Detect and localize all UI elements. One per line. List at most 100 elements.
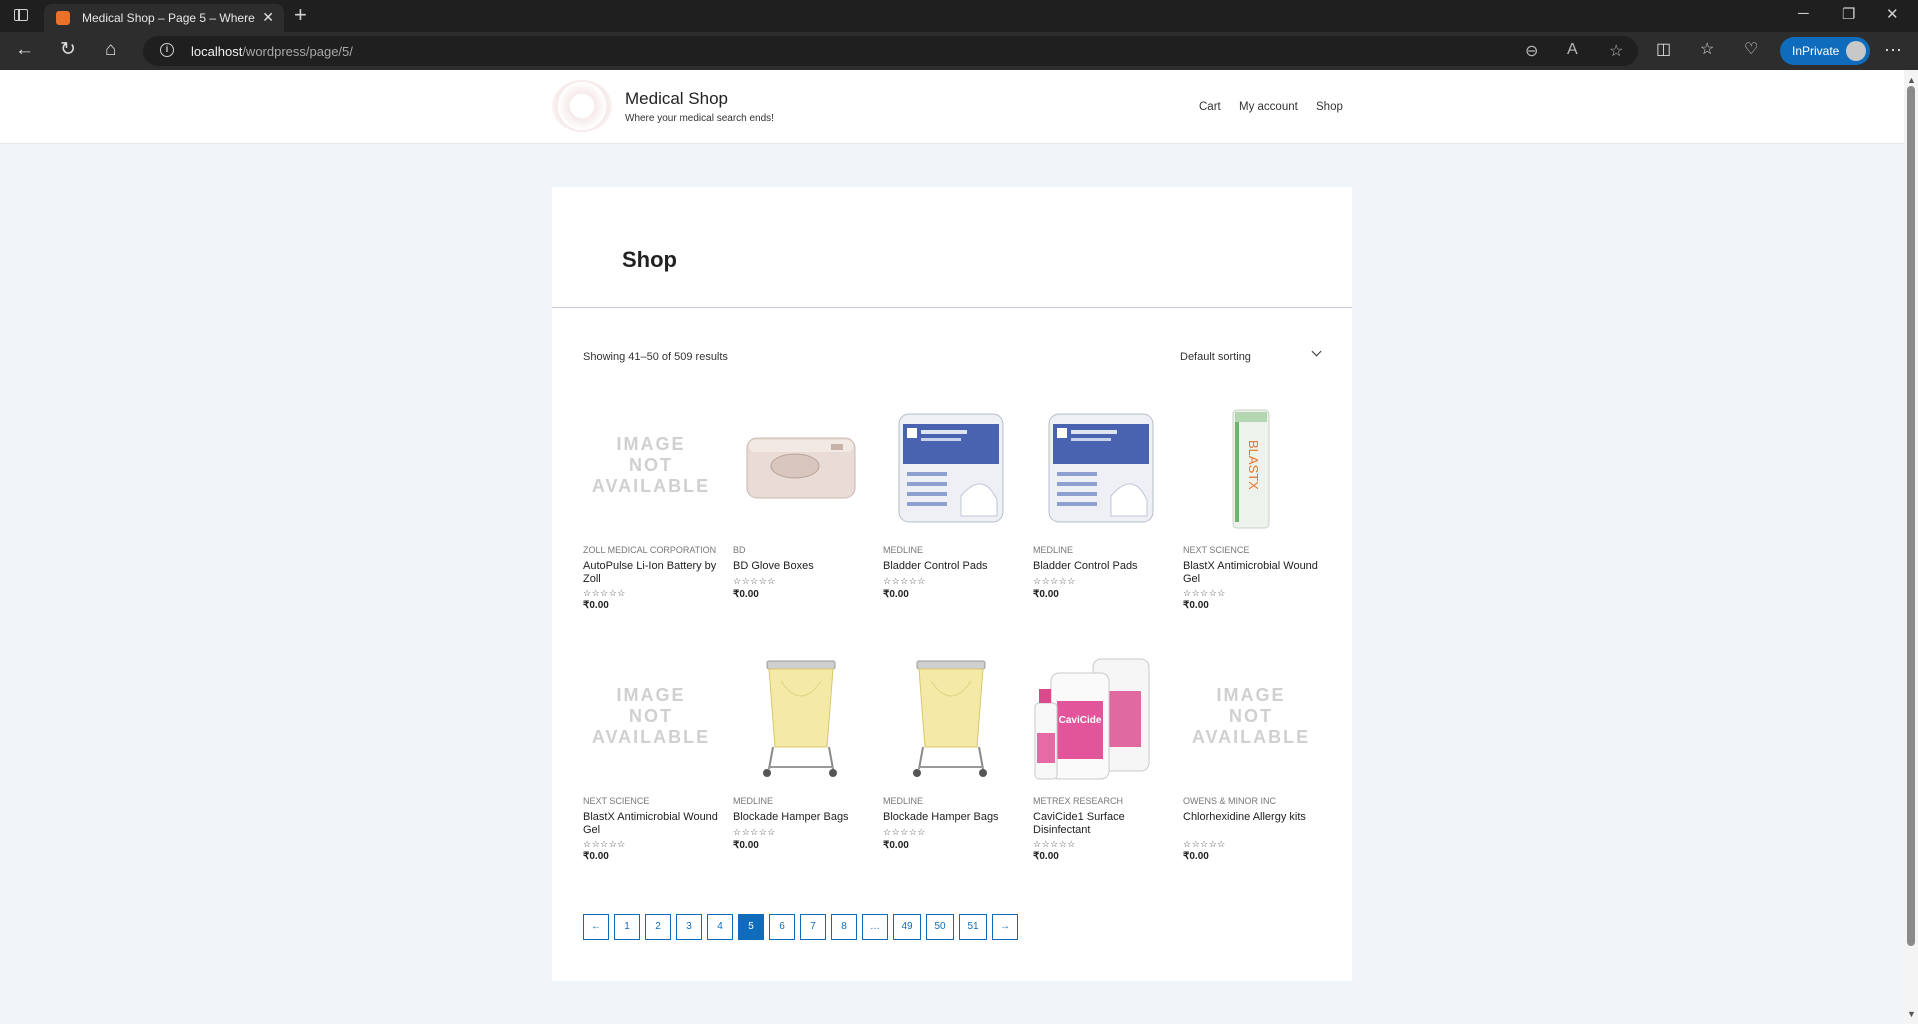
next-page-button[interactable]: → bbox=[992, 914, 1018, 940]
minimize-icon[interactable]: ─ bbox=[1798, 5, 1809, 22]
image-not-available-text: NOT bbox=[1229, 706, 1273, 726]
product-image[interactable]: IMAGE NOT AVAILABLE bbox=[1183, 651, 1319, 787]
product-brand[interactable]: ZOLL MEDICAL CORPORATION bbox=[583, 545, 716, 555]
menu-item-shop[interactable]: Shop bbox=[1316, 101, 1343, 113]
product-brand[interactable]: MEDLINE bbox=[883, 796, 923, 806]
tab-actions-icon[interactable] bbox=[14, 9, 28, 21]
product-price: ₹0.00 bbox=[583, 851, 609, 862]
star-rating: ☆☆☆☆☆ bbox=[733, 576, 776, 586]
inprivate-button[interactable]: InPrivate bbox=[1780, 37, 1870, 65]
read-aloud-icon[interactable]: A bbox=[1567, 41, 1578, 59]
star-rating: ☆☆☆☆☆ bbox=[583, 588, 626, 598]
product-title[interactable]: BlastX Antimicrobial Wound Gel bbox=[1183, 560, 1319, 586]
menu-item-cart[interactable]: Cart bbox=[1199, 101, 1221, 113]
window-close-icon[interactable]: ✕ bbox=[1886, 5, 1899, 23]
product-title[interactable]: AutoPulse Li-Ion Battery by Zoll bbox=[583, 560, 719, 586]
page-link[interactable]: 8 bbox=[831, 914, 857, 940]
product-title[interactable]: Blockade Hamper Bags bbox=[733, 811, 869, 824]
url-host: localhost bbox=[191, 44, 243, 59]
page-link[interactable]: 4 bbox=[707, 914, 733, 940]
product-image-graphic: BLASTX bbox=[1232, 409, 1270, 529]
product-brand[interactable]: METREX RESEARCH bbox=[1033, 796, 1123, 806]
back-icon[interactable]: ← bbox=[15, 39, 34, 61]
product-grid: IMAGE NOT AVAILABLE ZOLL MEDICAL CORPORATIO… bbox=[583, 400, 1323, 900]
more-icon[interactable]: ⋯ bbox=[1884, 40, 1902, 61]
site-logo[interactable] bbox=[552, 80, 612, 132]
product-brand[interactable]: OWENS & MINOR INC bbox=[1183, 796, 1276, 806]
product-image[interactable] bbox=[733, 400, 869, 536]
star-rating: ☆☆☆☆☆ bbox=[1183, 839, 1226, 849]
page-link[interactable]: 3 bbox=[676, 914, 702, 940]
zoom-out-icon[interactable]: ⊖ bbox=[1525, 41, 1538, 61]
prev-page-button[interactable]: ← bbox=[583, 914, 609, 940]
browser-essentials-icon[interactable]: ♡ bbox=[1744, 39, 1758, 61]
refresh-icon[interactable]: ↻ bbox=[60, 39, 76, 61]
shop-content: Shop Showing 41–50 of 509 results Defaul… bbox=[552, 187, 1352, 981]
sorting-value: Default sorting bbox=[1180, 351, 1251, 363]
product-brand[interactable]: MEDLINE bbox=[1033, 545, 1073, 555]
product-image-text: BLASTX bbox=[1246, 440, 1261, 490]
product-image-graphic bbox=[913, 660, 987, 777]
product-image[interactable] bbox=[883, 651, 1019, 787]
browser-tab[interactable]: Medical Shop – Page 5 – Where your medic… bbox=[44, 4, 284, 32]
product-title[interactable]: CaviCide1 Surface Disinfectant bbox=[1033, 811, 1169, 837]
address-bar[interactable]: i localhost/wordpress/page/5/ ⊖ A ☆ bbox=[143, 36, 1638, 66]
product-title[interactable]: BD Glove Boxes bbox=[733, 560, 869, 573]
product-brand[interactable]: NEXT SCIENCE bbox=[583, 796, 649, 806]
page-link[interactable]: 7 bbox=[800, 914, 826, 940]
page-link[interactable]: 6 bbox=[769, 914, 795, 940]
image-not-available-text: NOT bbox=[629, 706, 673, 726]
product-price: ₹0.00 bbox=[583, 600, 609, 611]
product-image-graphic bbox=[746, 437, 856, 499]
page-ellipsis: … bbox=[862, 914, 888, 940]
product-title[interactable]: Bladder Control Pads bbox=[883, 560, 1019, 573]
url-text[interactable]: localhost/wordpress/page/5/ bbox=[191, 44, 353, 59]
star-rating: ☆☆☆☆☆ bbox=[883, 827, 926, 837]
scroll-down-icon[interactable]: ▼ bbox=[1907, 1009, 1916, 1019]
site-info-icon[interactable]: i bbox=[160, 43, 174, 57]
product-brand[interactable]: NEXT SCIENCE bbox=[1183, 545, 1249, 555]
web-page: Medical Shop Where your medical search e… bbox=[0, 70, 1904, 1024]
product-image[interactable]: BLASTX bbox=[1183, 400, 1319, 536]
product-title[interactable]: Chlorhexidine Allergy kits bbox=[1183, 811, 1319, 824]
scroll-thumb[interactable] bbox=[1907, 86, 1915, 946]
product-price: ₹0.00 bbox=[733, 840, 759, 851]
new-tab-icon[interactable]: + bbox=[294, 3, 307, 27]
product-title[interactable]: Bladder Control Pads bbox=[1033, 560, 1169, 573]
sorting-select[interactable]: Default sorting bbox=[1180, 346, 1326, 369]
product-image[interactable]: IMAGE NOT AVAILABLE bbox=[583, 400, 719, 536]
product-image[interactable] bbox=[1033, 400, 1169, 536]
product-image[interactable] bbox=[883, 400, 1019, 536]
page-link[interactable]: 50 bbox=[926, 914, 954, 940]
restore-icon[interactable]: ❐ bbox=[1842, 5, 1855, 23]
tab-close-icon[interactable]: ✕ bbox=[262, 9, 274, 26]
product-brand[interactable]: MEDLINE bbox=[883, 545, 923, 555]
site-tagline: Where your medical search ends! bbox=[625, 113, 774, 124]
favorite-icon[interactable]: ☆ bbox=[1609, 41, 1623, 61]
product-image[interactable]: IMAGE NOT AVAILABLE bbox=[583, 651, 719, 787]
product-title[interactable]: Blockade Hamper Bags bbox=[883, 811, 1019, 824]
scroll-up-icon[interactable]: ▲ bbox=[1907, 75, 1916, 85]
star-rating: ☆☆☆☆☆ bbox=[883, 576, 926, 586]
home-icon[interactable]: ⌂ bbox=[105, 39, 116, 61]
menu-item-my-account[interactable]: My account bbox=[1239, 101, 1298, 113]
product-brand[interactable]: MEDLINE bbox=[733, 796, 773, 806]
split-screen-icon[interactable]: ◫ bbox=[1656, 39, 1671, 61]
product-image-graphic bbox=[763, 660, 837, 777]
page-link[interactable]: 51 bbox=[959, 914, 987, 940]
page-link[interactable]: 2 bbox=[645, 914, 671, 940]
favorites-list-icon[interactable]: ☆ bbox=[1700, 39, 1714, 61]
page-link[interactable]: 49 bbox=[893, 914, 921, 940]
product-image[interactable] bbox=[733, 651, 869, 787]
product-image-graphic: CaviCide bbox=[1034, 658, 1150, 780]
page-link[interactable]: 1 bbox=[614, 914, 640, 940]
product-title[interactable]: BlastX Antimicrobial Wound Gel bbox=[583, 811, 719, 837]
inprivate-label: InPrivate bbox=[1792, 44, 1840, 58]
site-title[interactable]: Medical Shop bbox=[625, 89, 728, 109]
product-image[interactable]: CaviCide bbox=[1033, 651, 1169, 787]
browser-tab-bar: Medical Shop – Page 5 – Where your medic… bbox=[0, 0, 1918, 32]
star-rating: ☆☆☆☆☆ bbox=[733, 827, 776, 837]
product-brand[interactable]: BD bbox=[733, 545, 746, 555]
page-scrollbar[interactable]: ▲ ▼ bbox=[1904, 70, 1918, 1024]
image-not-available-text: NOT bbox=[629, 455, 673, 475]
